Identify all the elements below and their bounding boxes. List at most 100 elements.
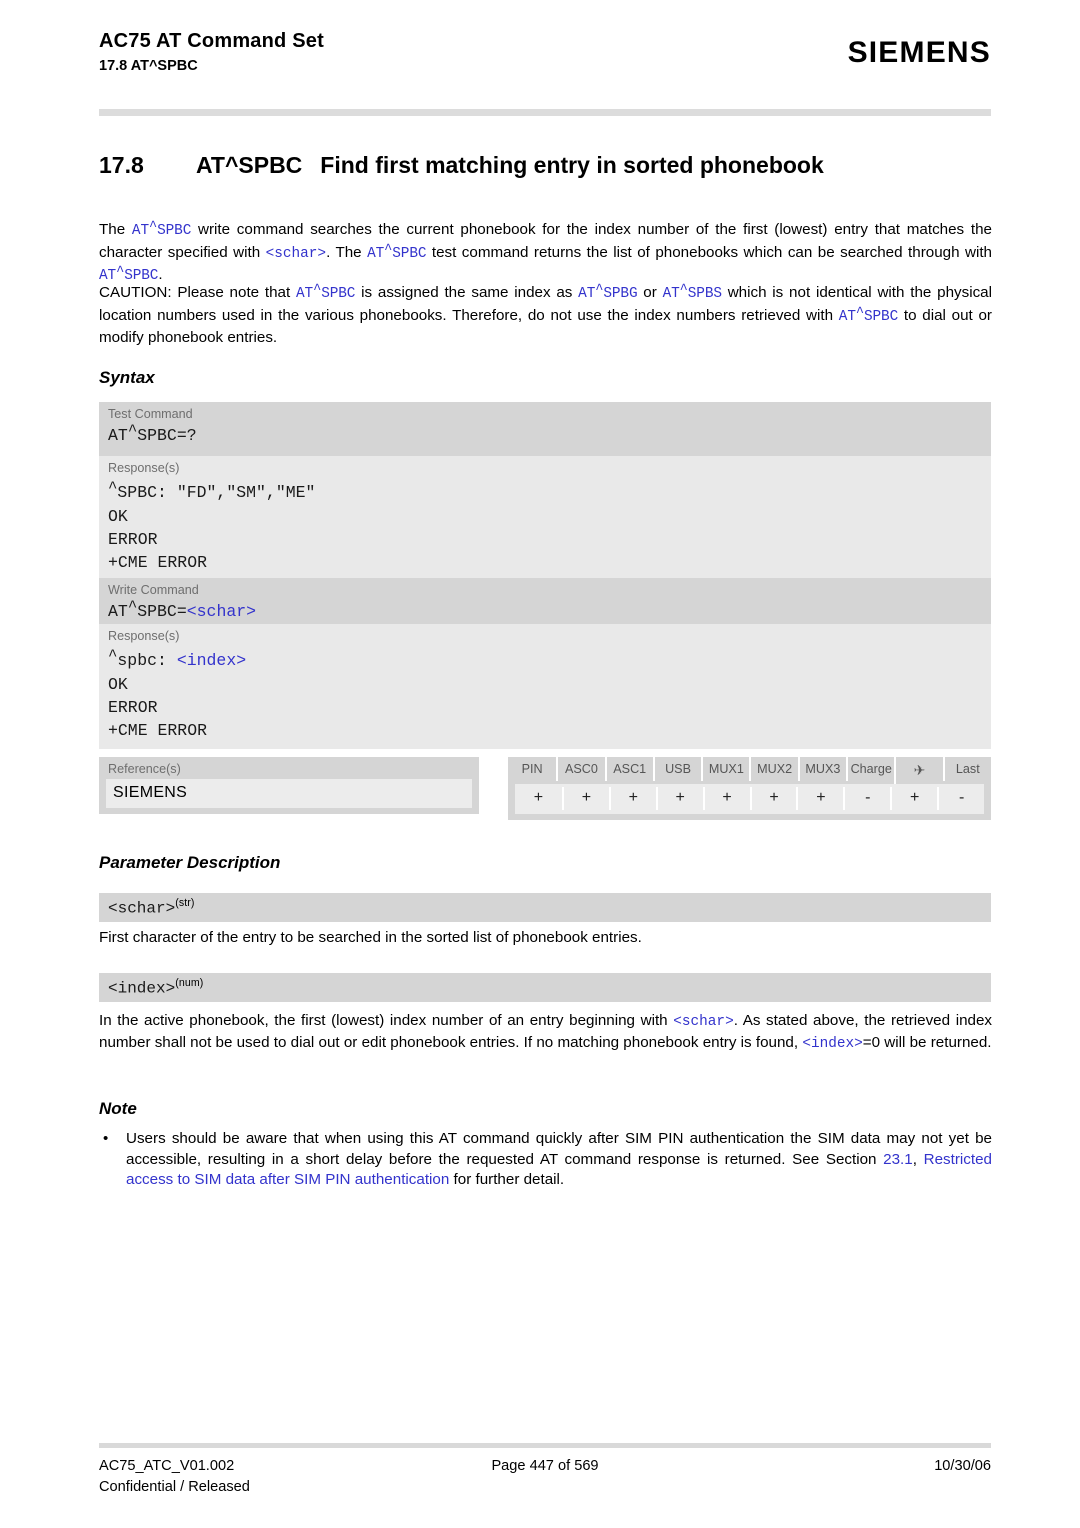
capability-table: PIN ASC0 ASC1 USB MUX1 MUX2 MUX3 Charge …	[508, 757, 991, 820]
intro-text-4: test command returns the list of phonebo…	[426, 243, 992, 261]
response-line: ERROR	[108, 530, 158, 549]
header-divider	[99, 109, 991, 116]
inline-command-atspbc-4: AT^SPBC	[296, 282, 356, 302]
intro-paragraph: The AT^SPBC write command searches the c…	[99, 220, 992, 288]
parameter-header-index: <index>(num)	[99, 973, 991, 1003]
capability-col-mux3: MUX3	[797, 757, 846, 784]
footer-divider	[99, 1443, 991, 1448]
note-item: • Users should be aware that when using t…	[99, 1129, 992, 1191]
test-command-row: Test Command AT^SPBC=?	[99, 402, 991, 456]
note-text-1: Users should be aware that when using th…	[126, 1130, 992, 1168]
response-param-index: <index>	[176, 651, 247, 670]
note-list: • Users should be aware that when using t…	[99, 1129, 992, 1191]
capability-col-charge: Charge	[846, 757, 894, 784]
parameter-header-schar: <schar>(str)	[99, 893, 991, 923]
response-line: ^SPBC: "FD","SM","ME"	[108, 479, 316, 502]
inline-command-atspbc-5: AT^SPBC	[838, 305, 899, 325]
section-command: AT^SPBC	[196, 152, 303, 178]
write-response-label: Response(s)	[108, 629, 180, 643]
parameter-description-heading: Parameter Description	[99, 853, 281, 872]
airplane-icon: ✈	[894, 757, 942, 784]
test-command-syntax: AT^SPBC=?	[108, 422, 197, 445]
capability-value-mux2: +	[749, 787, 797, 810]
reference-block: Reference(s) SIEMENS	[99, 757, 479, 814]
inline-command-atspbg: AT^SPBG	[578, 282, 638, 302]
capability-value-asc1: +	[608, 787, 656, 810]
test-command-block: Test Command AT^SPBC=? Response(s) ^SPBC…	[99, 402, 991, 581]
inline-param-schar: <schar>	[265, 245, 327, 262]
document-page: AC75 AT Command Set 17.8 AT^SPBC SIEMENS…	[0, 0, 1080, 1528]
section-link-number[interactable]: 23.1	[883, 1151, 913, 1168]
page-footer: AC75_ATC_V01.002 Page 447 of 569 10/30/0…	[99, 1456, 991, 1498]
parameter-name: <index>	[108, 979, 176, 998]
test-response-lines: ^SPBC: "FD","SM","ME" OK ERROR +CME ERRO…	[99, 478, 991, 581]
write-command-param: <schar>	[186, 602, 257, 621]
index-desc-text-3: =0 will be returned.	[862, 1033, 992, 1051]
caution-paragraph: CAUTION: Please note that AT^SPBC is ass…	[99, 283, 992, 349]
caution-text-3: or	[637, 284, 663, 301]
test-response-label: Response(s)	[108, 461, 180, 475]
footer-row-primary: AC75_ATC_V01.002 Page 447 of 569 10/30/0…	[99, 1456, 991, 1477]
write-command-label: Write Command	[108, 583, 199, 597]
section-number: 17.8	[99, 152, 144, 178]
response-line: OK	[108, 675, 128, 694]
capability-col-asc1: ASC1	[604, 757, 653, 784]
capability-value-mux1: +	[702, 787, 750, 810]
response-line: ^spbc: <index>	[108, 647, 247, 670]
capability-col-mux1: MUX1	[701, 757, 749, 784]
write-response-lines: ^spbc: <index> OK ERROR +CME ERROR	[99, 646, 991, 749]
note-text-3: for further detail.	[449, 1171, 565, 1189]
parameter-type: (num)	[175, 977, 204, 989]
bullet-icon: •	[103, 1130, 109, 1147]
header-text-group: AC75 AT Command Set 17.8 AT^SPBC	[99, 28, 324, 76]
header-section-ref: 17.8 AT^SPBC	[99, 58, 198, 74]
capability-col-mux2: MUX2	[749, 757, 797, 784]
footer-row-secondary: Confidential / Released	[99, 1477, 991, 1498]
capability-value-usb: +	[655, 787, 703, 810]
footer-date: 10/30/06	[934, 1458, 991, 1474]
response-line: +CME ERROR	[108, 553, 208, 572]
intro-text-3: . The	[326, 243, 368, 261]
write-command-block: Write Command AT^SPBC=<schar> Response(s…	[99, 578, 991, 749]
footer-classification: Confidential / Released	[99, 1479, 250, 1495]
parameter-type: (str)	[175, 897, 195, 909]
note-text-2: ,	[912, 1150, 924, 1168]
intro-text-5: .	[158, 266, 163, 284]
caution-text-2: is assigned the same index as	[355, 284, 579, 301]
write-command-row: Write Command AT^SPBC=<schar>	[99, 578, 991, 624]
capability-value-asc0: +	[561, 787, 609, 810]
syntax-heading: Syntax	[99, 368, 155, 387]
capability-col-last: Last	[942, 757, 991, 784]
intro-text-1: The	[99, 221, 132, 238]
caution-text-1: CAUTION: Please note that	[99, 284, 297, 301]
response-line: OK	[108, 507, 128, 526]
footer-page-number: Page 447 of 569	[491, 1458, 599, 1474]
capability-col-asc0: ASC0	[556, 757, 604, 784]
test-command-label: Test Command	[108, 407, 193, 421]
capability-value-row: + + + + + + + - + -	[515, 784, 984, 814]
capability-col-usb: USB	[652, 757, 701, 784]
document-title: AC75 AT Command Set	[99, 30, 324, 52]
capability-value-pin: +	[533, 789, 544, 806]
page-title: 17.8 AT^SPBC Find first matching entry in …	[99, 152, 991, 179]
capability-value-mux3: +	[796, 787, 843, 810]
response-line: ERROR	[108, 698, 158, 717]
capability-col-airplane: ✈	[894, 757, 942, 784]
capability-header-row: PIN ASC0 ASC1 USB MUX1 MUX2 MUX3 Charge …	[508, 757, 991, 784]
test-response-row: Response(s) ^SPBC: "FD","SM","ME" OK ERR…	[99, 456, 991, 581]
reference-value: SIEMENS	[106, 779, 472, 808]
inline-command-atspbc-3: AT^SPBC	[99, 265, 159, 285]
inline-param-schar-2: <schar>	[673, 1014, 734, 1030]
parameter-description-schar: First character of the entry to be searc…	[99, 929, 642, 946]
inline-param-index: <index>	[802, 1035, 863, 1052]
parameter-name: <schar>	[108, 899, 176, 918]
inline-command-atspbs: AT^SPBS	[662, 282, 722, 302]
inline-command-atspbc: AT^SPBC	[131, 219, 192, 239]
parameter-description-index: In the active phonebook, the first (lowe…	[99, 1011, 992, 1054]
capability-value-charge: -	[843, 787, 890, 810]
write-response-row: Response(s) ^spbc: <index> OK ERROR +CME…	[99, 624, 991, 749]
capability-value-airplane: +	[890, 787, 937, 810]
capability-col-pin: PIN	[521, 762, 543, 776]
index-desc-text-1: In the active phonebook, the first (lowe…	[99, 1012, 674, 1029]
inline-command-atspbc-2: AT^SPBC	[367, 242, 427, 262]
